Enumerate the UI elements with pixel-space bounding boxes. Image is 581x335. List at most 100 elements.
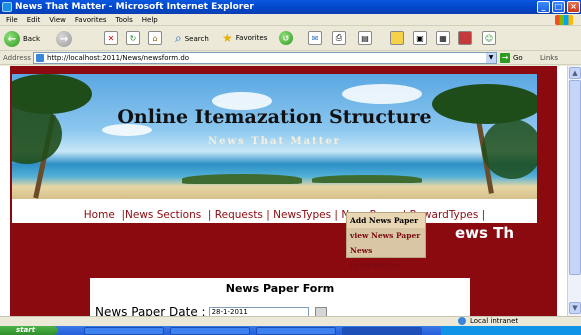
stop-icon: ✕ (104, 31, 118, 45)
print-icon: ⎙ (332, 31, 346, 45)
ie-icon (2, 2, 12, 12)
windows-logo-icon (555, 15, 573, 25)
status-bar: Local intranet (0, 316, 581, 326)
title-bar: News That Matter - Microsoft Internet Ex… (0, 0, 581, 14)
scrolling-headline: ews Th (455, 224, 515, 242)
close-button[interactable]: × (567, 1, 580, 13)
island-shape (312, 175, 422, 183)
edit-icon: ▤ (358, 31, 372, 45)
refresh-icon: ↻ (126, 31, 140, 45)
back-arrow-icon: ← (4, 31, 20, 47)
vertical-scrollbar[interactable]: ▲ ▼ (567, 66, 581, 316)
taskbar-item-active[interactable] (342, 327, 422, 335)
forward-arrow-icon: → (56, 31, 72, 47)
scroll-thumb[interactable] (569, 80, 581, 275)
address-url: http://localhost:2011/News/newsform.do (47, 54, 190, 62)
edit-button[interactable]: ▤ (358, 31, 372, 45)
address-bar: Address http://localhost:2011/News/newsf… (0, 51, 581, 65)
menu-file[interactable]: File (6, 16, 18, 24)
go-arrow-icon: → (500, 53, 510, 63)
dropdown-item-view-news-paper[interactable]: view News Paper (347, 228, 425, 243)
window-title: News That Matter - Microsoft Internet Ex… (15, 2, 254, 12)
toolbar-button-a[interactable]: ▣ (413, 31, 427, 45)
nav-logout[interactable]: Logout (293, 242, 329, 254)
globe-icon (458, 317, 466, 325)
mail-icon: ✉ (308, 31, 322, 45)
dropdown-item-add-news-paper[interactable]: Add News Paper (347, 213, 425, 228)
security-zone: Local intranet (458, 317, 518, 325)
page-icon (36, 54, 44, 62)
messenger-icon (458, 31, 472, 45)
favorites-label: Favorites (235, 34, 268, 42)
folder-icon (390, 31, 404, 45)
users-icon: ☺ (482, 31, 496, 45)
banner-subtitle: News That Matter (208, 136, 341, 147)
favorites-button[interactable]: ★ Favorites (222, 31, 267, 45)
go-label: Go (513, 54, 523, 62)
menu-help[interactable]: Help (142, 16, 158, 24)
maximize-button[interactable]: □ (552, 1, 565, 13)
page-viewport: Online Itemazation Structure News That M… (0, 66, 567, 316)
search-button[interactable]: ⌕ Search (175, 31, 209, 46)
date-label: News Paper Date : (95, 305, 206, 316)
window-icon: ▣ (413, 31, 427, 45)
newspaper-dropdown-menu: Add News Paper view News Paper News Info… (346, 212, 426, 270)
banner-title: Online Itemazation Structure (117, 106, 432, 128)
taskbar: start (0, 326, 581, 335)
links-button[interactable]: Links (540, 54, 558, 62)
nav-home[interactable]: Home (84, 209, 115, 221)
search-label: Search (184, 34, 209, 43)
mail-button[interactable]: ✉ (308, 31, 322, 45)
menu-tools[interactable]: Tools (116, 16, 133, 24)
search-icon: ⌕ (175, 31, 182, 45)
folder-button[interactable] (390, 31, 404, 45)
taskbar-item[interactable] (256, 327, 336, 335)
toolbar: ← Back → ✕ ↻ ⌂ ⌕ Search ★ Favorites ↺ ✉ … (0, 27, 581, 51)
taskbar-item[interactable] (84, 327, 164, 335)
nav-news-sections[interactable]: News Sections (125, 209, 201, 221)
history-button[interactable]: ↺ (279, 31, 293, 45)
start-button[interactable]: start (0, 326, 58, 335)
form-title: News Paper Form (225, 282, 335, 295)
history-icon: ↺ (279, 31, 293, 45)
header-banner: Online Itemazation Structure News That M… (12, 74, 537, 199)
date-row: News Paper Date : 28-1-2011 (95, 305, 327, 316)
main-nav: Home |News Sections | Requests | NewsTyp… (12, 199, 537, 254)
nav-security[interactable]: Security (240, 242, 283, 254)
menu-favorites[interactable]: Favorites (75, 16, 107, 24)
taskbar-item[interactable] (170, 327, 250, 335)
nav-requests[interactable]: Requests (215, 209, 263, 221)
chart-icon: ▦ (436, 31, 450, 45)
island-shape (182, 174, 302, 184)
back-button[interactable]: ← Back (4, 31, 40, 47)
toolbar-button-c[interactable] (458, 31, 472, 45)
news-paper-form: News Paper Form News Paper Date : 28-1-2… (90, 278, 470, 316)
menu-edit[interactable]: Edit (27, 16, 41, 24)
address-label: Address (3, 54, 31, 62)
zone-label: Local intranet (470, 317, 519, 325)
dropdown-item-news-information[interactable]: News InforMation (347, 243, 425, 270)
home-icon: ⌂ (148, 31, 162, 45)
stop-button[interactable]: ✕ (104, 31, 118, 45)
go-button[interactable]: → Go (500, 53, 523, 63)
toolbar-button-b[interactable]: ▦ (436, 31, 450, 45)
nav-newstypes[interactable]: NewsTypes (273, 209, 331, 221)
scroll-down-arrow-icon[interactable]: ▼ (569, 302, 581, 314)
toolbar-button-d[interactable]: ☺ (482, 31, 496, 45)
cloud-shape (342, 84, 422, 104)
date-input[interactable]: 28-1-2011 (208, 306, 309, 316)
calendar-icon[interactable] (314, 307, 327, 316)
system-tray (441, 326, 581, 335)
home-button[interactable]: ⌂ (148, 31, 162, 45)
menu-view[interactable]: View (49, 16, 66, 24)
refresh-button[interactable]: ↻ (126, 31, 140, 45)
scroll-up-arrow-icon[interactable]: ▲ (569, 67, 581, 79)
address-dropdown-arrow-icon[interactable]: ▼ (486, 53, 496, 63)
address-input[interactable]: http://localhost:2011/News/newsform.do ▼ (33, 52, 497, 64)
print-button[interactable]: ⎙ (332, 31, 346, 45)
minimize-button[interactable]: _ (537, 1, 550, 13)
star-icon: ★ (222, 31, 233, 45)
back-label: Back (23, 35, 40, 43)
forward-button[interactable]: → (56, 31, 72, 47)
menu-bar: File Edit View Favorites Tools Help (0, 14, 581, 26)
